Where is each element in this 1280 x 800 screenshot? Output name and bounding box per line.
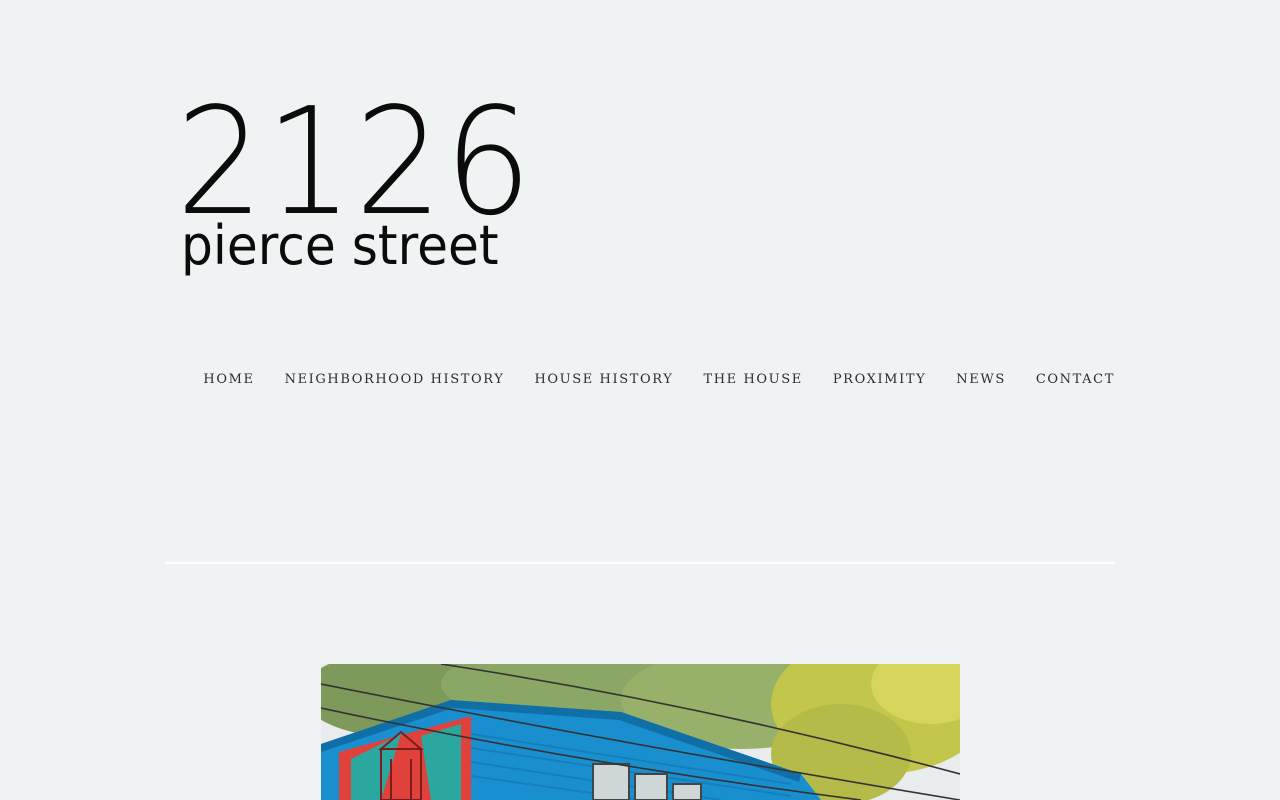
nav-item-home: HOME [203, 370, 254, 389]
site-logo[interactable]: 2126 pierce street [172, 88, 532, 288]
nav-link-home[interactable]: HOME [203, 372, 254, 387]
nav-link-proximity[interactable]: PROXIMITY [833, 372, 926, 387]
nav-link-house-history[interactable]: HOUSE HISTORY [534, 372, 673, 387]
nav-link-news[interactable]: NEWS [956, 372, 1006, 387]
nav-item-neighborhood-history: NEIGHBORHOOD HISTORY [285, 370, 505, 389]
nav-item-news: NEWS [956, 370, 1006, 389]
nav-item-contact: CONTACT [1036, 370, 1115, 389]
hero-house-photo [321, 664, 960, 800]
nav-link-neighborhood-history[interactable]: NEIGHBORHOOD HISTORY [285, 372, 505, 387]
page: 2126 pierce street HOME NEIGHBORHOOD HIS… [0, 0, 1280, 800]
nav-item-proximity: PROXIMITY [833, 370, 926, 389]
nav-item-house-history: HOUSE HISTORY [534, 370, 673, 389]
nav-link-the-house[interactable]: THE HOUSE [703, 372, 802, 387]
main-nav: HOME NEIGHBORHOOD HISTORY HOUSE HISTORY … [203, 370, 1115, 389]
logo-subtitle: pierce street [181, 214, 499, 277]
nav-link-contact[interactable]: CONTACT [1036, 372, 1115, 387]
header-divider [165, 562, 1115, 564]
nav-item-the-house: THE HOUSE [703, 370, 802, 389]
